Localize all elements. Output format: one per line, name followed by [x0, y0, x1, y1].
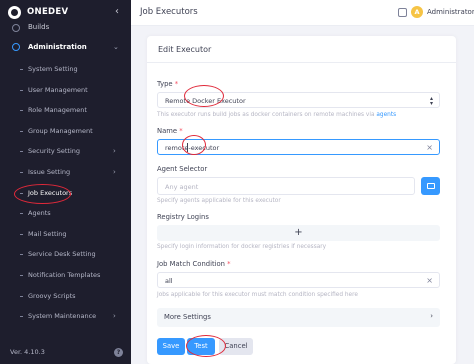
chevron-right-icon: ›	[113, 312, 116, 320]
type-help: This executor runs build jobs as docker …	[157, 112, 397, 118]
sidebar-item-administration[interactable]: Administration ⌄	[0, 38, 131, 56]
bullet-icon	[20, 254, 23, 255]
sidebar-item-label: System Maintenance	[28, 312, 97, 320]
version-label: Ver. 4.10.3	[10, 348, 45, 356]
chevron-right-icon: ›	[430, 312, 433, 320]
bullet-icon	[20, 234, 23, 235]
save-button[interactable]: Save	[157, 338, 185, 355]
sidebar-item-label: Service Desk Setting	[28, 250, 96, 258]
sidebar-collapse-icon[interactable]: ‹	[113, 6, 121, 18]
builds-icon	[12, 24, 20, 32]
sidebar-item-notification-templates[interactable]: Notification Templates	[0, 266, 131, 284]
bullet-icon	[20, 316, 23, 317]
sidebar-item-system-setting[interactable]: System Setting	[0, 60, 131, 78]
sidebar-item-label: Administration	[28, 43, 87, 51]
sidebar-item-label: Groovy Scripts	[28, 292, 76, 300]
name-input[interactable]: remote-executor ×	[157, 139, 440, 155]
select-arrows-icon: ▴ ▾	[429, 95, 433, 107]
job-match-input[interactable]: all ×	[157, 272, 440, 288]
sidebar-item-user-management[interactable]: User Management	[0, 81, 131, 99]
more-settings-toggle[interactable]: More Settings ›	[157, 308, 440, 327]
chevron-down-icon: ⌄	[113, 43, 119, 51]
sidebar-item-security-setting[interactable]: Security Setting ›	[0, 142, 131, 160]
registry-logins-label: Registry Logins	[157, 213, 209, 221]
card-title: Edit Executor	[158, 45, 212, 54]
chevron-right-icon: ›	[113, 168, 116, 176]
agents-link[interactable]: agents	[376, 112, 396, 118]
bullet-icon	[20, 172, 23, 173]
bullet-icon	[20, 213, 23, 214]
type-select-value: Remote Docker Executor	[165, 97, 246, 105]
bullet-icon	[20, 90, 23, 91]
sidebar-item-label: Security Setting	[28, 147, 81, 155]
avatar[interactable]: A	[411, 6, 423, 18]
clear-icon[interactable]: ×	[426, 143, 433, 152]
bullet-icon	[20, 69, 23, 70]
job-match-value: all	[165, 277, 173, 285]
sidebar-item-label: Builds	[28, 23, 50, 31]
name-input-value: remote-executor	[165, 144, 220, 152]
add-registry-login-button[interactable]: +	[157, 225, 440, 241]
sidebar-item-group-management[interactable]: Group Management	[0, 122, 131, 140]
edit-executor-card: Edit Executor Type * Remote Docker Execu…	[147, 36, 456, 364]
user-name[interactable]: Administrator	[427, 8, 474, 16]
sidebar-item-label: Mail Setting	[28, 230, 67, 238]
bullet-icon	[20, 275, 23, 276]
agent-selector-input[interactable]: Any agent	[157, 177, 415, 195]
monitor-icon	[426, 183, 435, 189]
sidebar-item-agents[interactable]: Agents	[0, 204, 131, 222]
type-label: Type *	[157, 80, 179, 88]
job-match-label: Job Match Condition *	[157, 260, 231, 268]
sidebar-item-label: Job Executors	[28, 189, 73, 197]
sidebar: ONEDEV ‹ Builds Administration ⌄ System …	[0, 0, 131, 364]
text-cursor	[187, 143, 188, 152]
sidebar-item-label: Agents	[28, 209, 51, 217]
brand-name: ONEDEV	[27, 7, 69, 17]
more-settings-label: More Settings	[164, 313, 211, 321]
agent-selector-help: Specify agents applicable for this execu…	[157, 198, 281, 204]
sidebar-item-issue-setting[interactable]: Issue Setting ›	[0, 163, 131, 181]
sidebar-item-label: Group Management	[28, 127, 93, 135]
sidebar-item-label: Issue Setting	[28, 168, 71, 176]
sidebar-item-groovy-scripts[interactable]: Groovy Scripts	[0, 287, 131, 305]
card-header: Edit Executor	[147, 36, 456, 63]
job-match-help: Jobs applicable for this executor must m…	[157, 292, 358, 298]
type-select[interactable]: Remote Docker Executor ▴ ▾	[157, 92, 440, 108]
clear-icon[interactable]: ×	[426, 276, 433, 285]
sidebar-item-builds[interactable]: Builds	[0, 19, 131, 37]
bullet-icon	[20, 110, 23, 111]
sidebar-item-label: User Management	[28, 86, 88, 94]
page-title: Job Executors	[140, 7, 198, 17]
sidebar-item-service-desk-setting[interactable]: Service Desk Setting	[0, 245, 131, 263]
brand[interactable]: ONEDEV	[8, 5, 68, 19]
bullet-icon	[20, 193, 23, 194]
cancel-button[interactable]: Cancel	[219, 338, 253, 355]
sidebar-item-label: Notification Templates	[28, 271, 101, 279]
test-button[interactable]: Test	[187, 338, 215, 355]
sidebar-item-label: Role Management	[28, 106, 87, 114]
sidebar-item-system-maintenance[interactable]: System Maintenance ›	[0, 307, 131, 325]
topbar: Job Executors A Administrator	[131, 0, 474, 26]
name-label: Name *	[157, 127, 183, 135]
help-icon[interactable]: ?	[114, 348, 123, 357]
agent-chooser-button[interactable]	[421, 177, 440, 195]
sidebar-item-mail-setting[interactable]: Mail Setting	[0, 225, 131, 243]
bullet-icon	[20, 296, 23, 297]
bullet-icon	[20, 131, 23, 132]
sidebar-item-label: System Setting	[28, 65, 78, 73]
agent-selector-label: Agent Selector	[157, 165, 208, 173]
sidebar-item-role-management[interactable]: Role Management	[0, 101, 131, 119]
chevron-right-icon: ›	[113, 147, 116, 155]
registry-logins-help: Specify login information for docker reg…	[157, 244, 327, 250]
chat-icon[interactable]	[398, 8, 407, 17]
gear-icon	[12, 43, 20, 51]
agent-selector-placeholder: Any agent	[165, 183, 199, 191]
bullet-icon	[20, 151, 23, 152]
sidebar-item-job-executors[interactable]: Job Executors	[0, 184, 131, 202]
onedev-logo-icon	[8, 5, 21, 19]
